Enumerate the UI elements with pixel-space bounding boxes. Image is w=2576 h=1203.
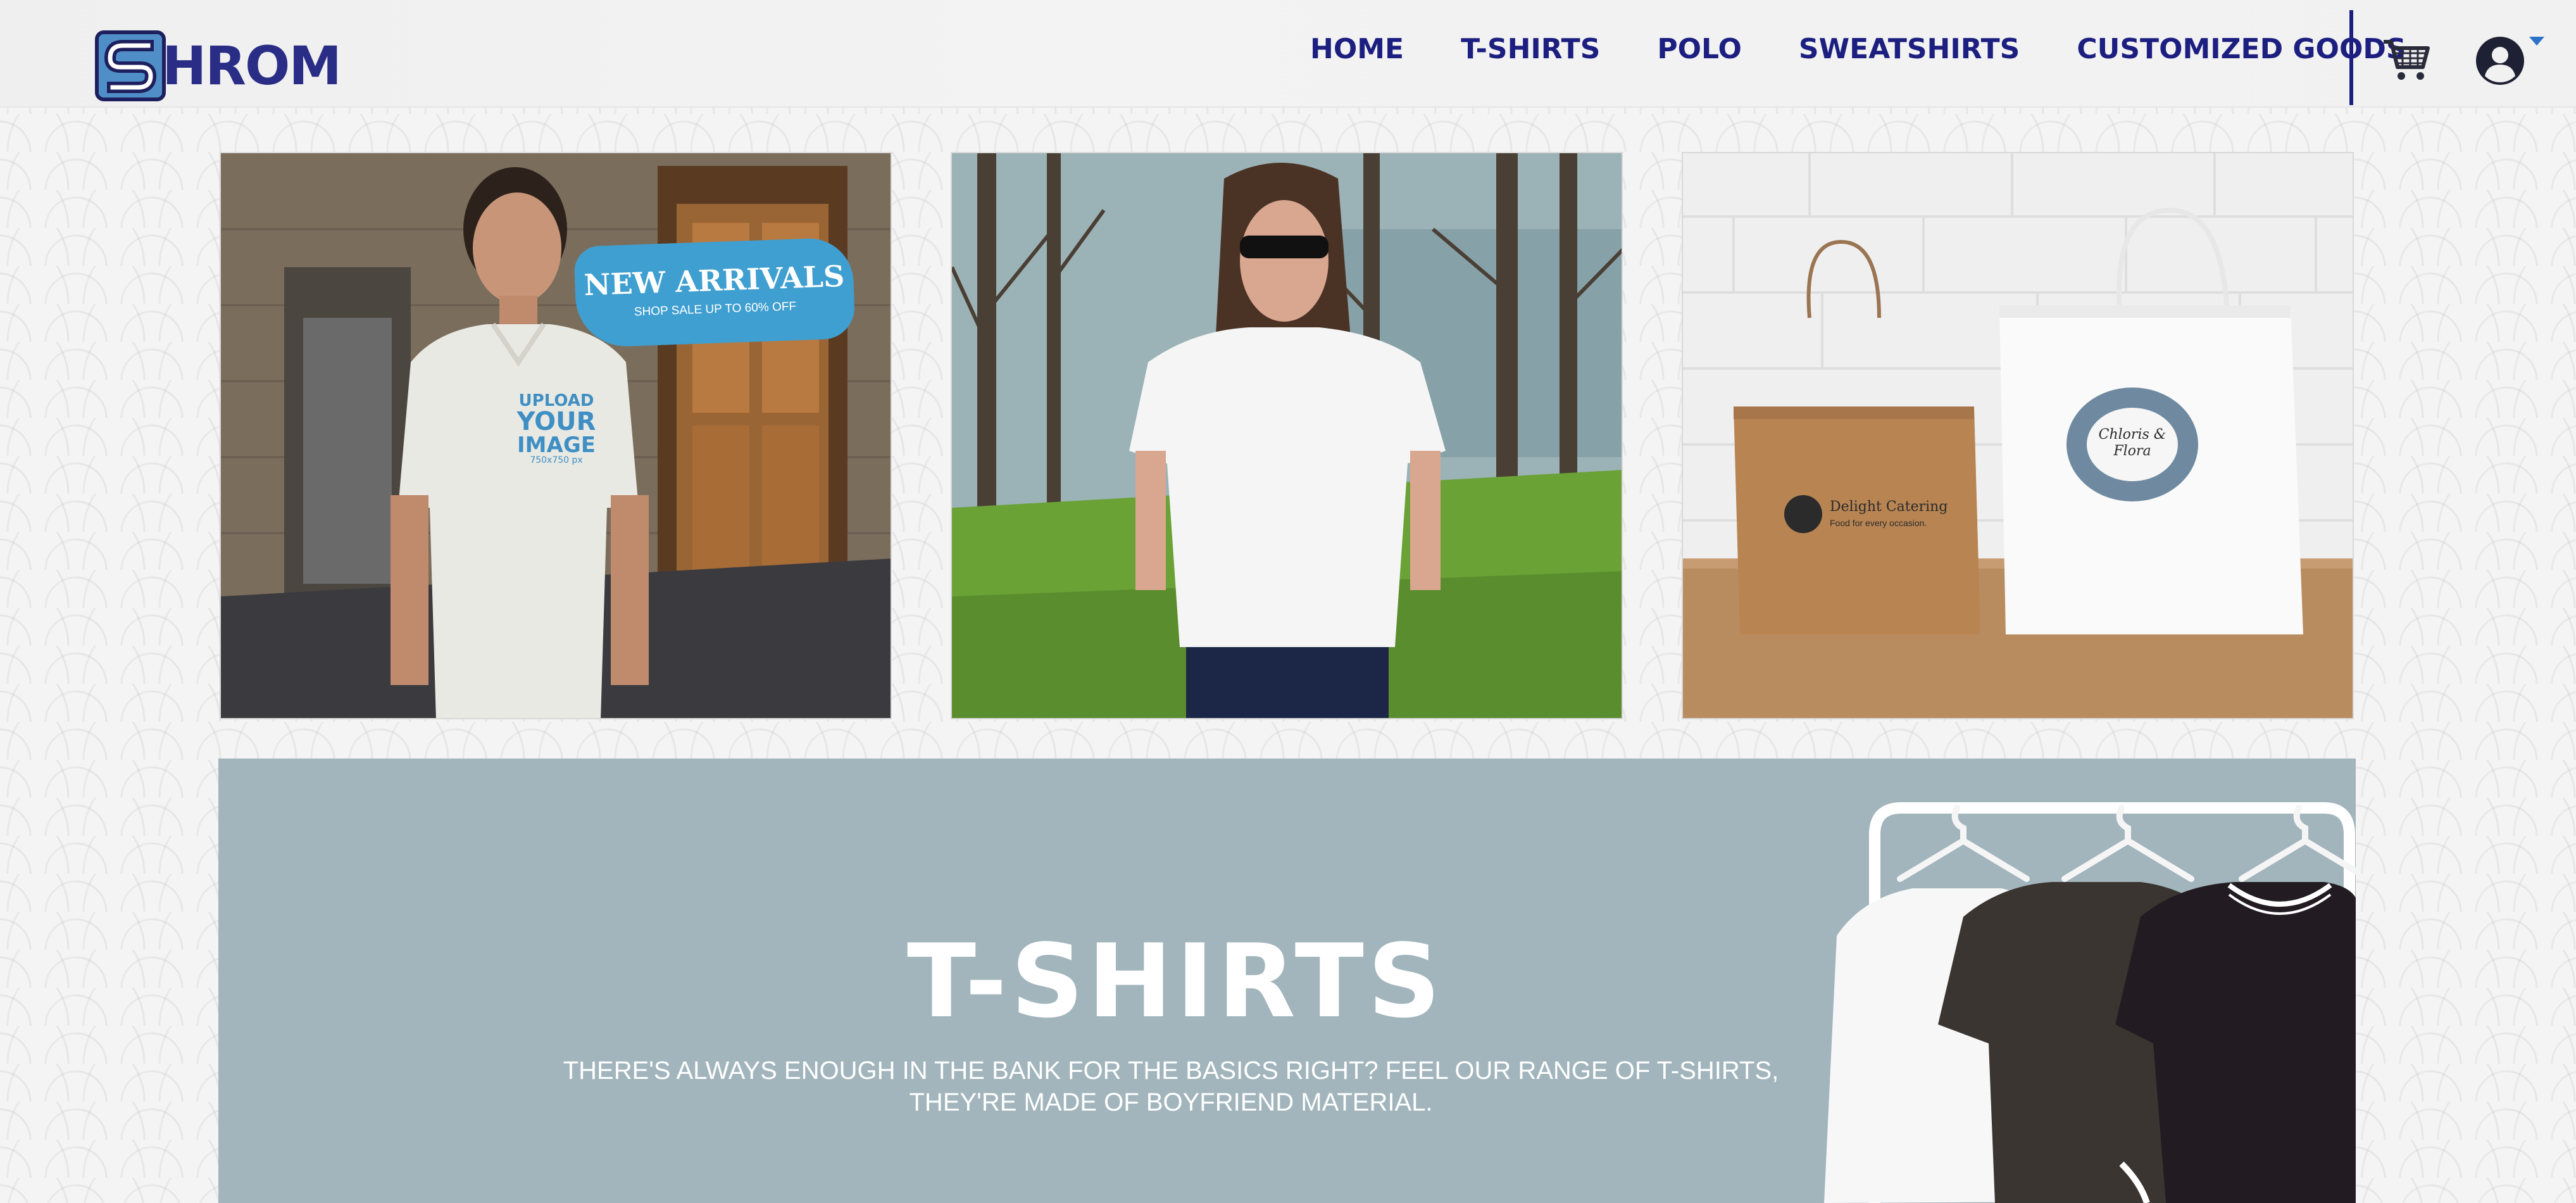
badge-subtitle: SHOP SALE UP TO 60% OFF <box>634 299 797 319</box>
bag-delight-name: Delight Catering <box>1830 499 1948 515</box>
nav-home[interactable]: HOME <box>1310 33 1404 65</box>
shopping-bags-photo[interactable]: Delight Catering Food for every occasion… <box>1682 152 2354 719</box>
tshirts-banner[interactable]: T-SHIRTS THERE'S ALWAYS ENOUGH IN THE BA… <box>218 759 2356 1203</box>
nav-sweatshirts[interactable]: SWEATSHIRTS <box>1799 33 2020 65</box>
nav-customized-goods[interactable]: CUSTOMIZED GOODS <box>2077 33 2406 65</box>
caret-down-icon[interactable] <box>2529 37 2544 46</box>
tshirts-on-rack-illustration <box>1824 802 2356 1203</box>
woman-white-tshirt-photo[interactable] <box>951 152 1623 719</box>
badge-title: NEW ARRIVALS <box>583 258 846 303</box>
main-nav: HOME T-SHIRTS POLO SWEATSHIRTS CUSTOMIZE… <box>1310 33 2406 65</box>
polo-mockup-photo[interactable]: NEW ARRIVALS SHOP SALE UP TO 60% OFF UPL… <box>220 152 892 719</box>
bag-delight-tagline: Food for every occasion. <box>1830 518 1927 528</box>
nav-t-shirts[interactable]: T-SHIRTS <box>1461 33 1600 65</box>
logo-text: HROM <box>162 35 342 97</box>
new-arrivals-badge: NEW ARRIVALS SHOP SALE UP TO 60% OFF <box>573 237 856 348</box>
shirt-print-line-2: YOUR <box>516 407 596 436</box>
s-logo-icon <box>95 30 166 101</box>
site-logo[interactable]: HROM <box>95 27 342 105</box>
nav-divider <box>2349 10 2353 105</box>
site-header: HROM HOME T-SHIRTS POLO SWEATSHIRTS CUST… <box>0 0 2576 108</box>
shirt-print: UPLOAD YOUR IMAGE 750x750 px <box>509 393 604 465</box>
bag-chloris-name: Chloris & Flora <box>2098 427 2166 459</box>
user-account-icon[interactable] <box>2475 35 2525 86</box>
shopping-cart-icon[interactable] <box>2381 37 2432 82</box>
nav-polo[interactable]: POLO <box>1657 33 1742 65</box>
shirt-print-line-3: IMAGE <box>517 432 596 458</box>
